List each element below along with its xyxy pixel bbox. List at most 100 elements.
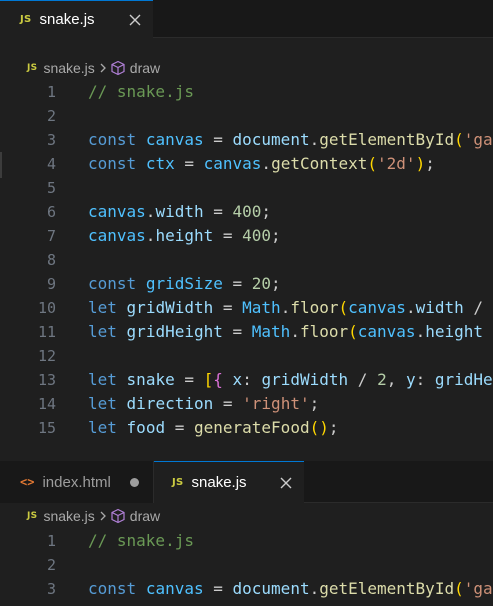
code-token: direction xyxy=(126,394,214,413)
tab-snake-js-top[interactable]: JS snake.js xyxy=(0,0,153,38)
close-icon[interactable] xyxy=(276,473,296,493)
code-line[interactable]: 3 const canvas = document.getElementById(… xyxy=(0,577,493,601)
code-line[interactable]: 3 const canvas = document.getElementById(… xyxy=(0,128,493,152)
code-text: const canvas = document.getElementById('… xyxy=(56,577,493,601)
code-token: gridHe xyxy=(434,370,493,389)
code-token: . xyxy=(290,322,300,341)
code-line[interactable]: 10 let gridWidth = Math.floor(canvas.widt… xyxy=(0,296,493,320)
code-text: const gridSize = 20; xyxy=(56,272,281,296)
code-token: ( xyxy=(348,322,358,341)
code-token: . xyxy=(309,579,320,598)
code-token: const xyxy=(88,154,137,173)
tab-snake-js-bottom[interactable]: JS snake.js xyxy=(154,461,304,503)
code-token: () xyxy=(309,418,329,437)
code-token: snake xyxy=(126,370,175,389)
method-cube-icon xyxy=(110,60,126,76)
code-line[interactable]: 4 const ctx = canvas.getContext('2d'); xyxy=(0,152,493,176)
code-line[interactable]: 13 let snake = [{ x: gridWidth / 2, y: gr… xyxy=(0,368,493,392)
code-line[interactable]: 11 let gridHeight = Math.floor(canvas.hei… xyxy=(0,320,493,344)
code-token: 'right' xyxy=(242,394,310,413)
code-line[interactable]: 9 const gridSize = 20; xyxy=(0,272,493,296)
breadcrumb-file[interactable]: snake.js xyxy=(43,60,94,76)
code-token: canvas xyxy=(357,322,416,341)
code-token: , xyxy=(386,370,406,389)
code-token: food xyxy=(126,418,166,437)
line-number: 10 xyxy=(37,299,56,317)
code-token: { xyxy=(213,370,223,389)
code-editor-bottom[interactable]: 1// snake.js 2 3 const canvas = document.ge… xyxy=(0,529,493,606)
code-token: [ xyxy=(203,370,214,389)
close-icon[interactable] xyxy=(125,10,145,30)
chevron-right-icon xyxy=(98,62,108,74)
code-text: let gridHeight = Math.floor(canvas.heigh… xyxy=(56,320,483,344)
line-number: 2 xyxy=(46,556,56,574)
line-number: 13 xyxy=(37,371,56,389)
breadcrumb-symbol[interactable]: draw xyxy=(130,508,160,524)
code-token: // snake.js xyxy=(88,531,194,550)
js-file-icon: JS xyxy=(172,477,184,488)
code-text: const ctx = canvas.getContext('2d'); xyxy=(56,152,435,176)
code-token: let xyxy=(88,370,117,389)
code-token: document xyxy=(232,130,310,149)
code-line[interactable]: 5 xyxy=(0,176,493,200)
js-file-icon: JS xyxy=(20,14,32,25)
code-token: x xyxy=(232,370,243,389)
line-number: 3 xyxy=(46,580,56,598)
line-number: 4 xyxy=(46,155,56,173)
code-token: width xyxy=(155,202,204,221)
code-line[interactable]: 8 xyxy=(0,248,493,272)
code-token: = xyxy=(203,579,233,598)
code-token: . xyxy=(145,226,156,245)
code-line[interactable]: 14 let direction = 'right'; xyxy=(0,392,493,416)
code-token: = xyxy=(222,322,252,341)
code-token: canvas xyxy=(348,298,406,317)
unsaved-dot-icon[interactable] xyxy=(130,477,139,487)
code-token: getContext xyxy=(271,154,368,173)
code-token: = xyxy=(213,226,243,245)
code-token: gridHeight xyxy=(126,322,223,341)
code-token: = xyxy=(174,370,204,389)
code-token: = xyxy=(174,154,204,173)
code-token: canvas xyxy=(88,226,146,245)
code-line[interactable]: 12 xyxy=(0,344,493,368)
line-number: 15 xyxy=(37,419,56,437)
code-token: 2 xyxy=(377,370,387,389)
code-token: 400 xyxy=(232,202,262,221)
code-line[interactable]: 1 // snake.js xyxy=(0,529,493,553)
line-number: 11 xyxy=(37,323,56,341)
code-token: = xyxy=(222,274,252,293)
code-token: = xyxy=(165,418,194,437)
code-line[interactable]: 1 // snake.js xyxy=(0,80,493,104)
code-line[interactable]: 2 xyxy=(0,104,493,128)
code-text: canvas.width = 400; xyxy=(56,200,271,224)
code-line[interactable]: 6 canvas.width = 400; xyxy=(0,200,493,224)
breadcrumb: JS snake.js draw xyxy=(0,505,493,527)
code-line[interactable]: 7 canvas.height = 400; xyxy=(0,224,493,248)
code-token: floor xyxy=(299,322,349,341)
code-token: . xyxy=(280,298,291,317)
code-token: const xyxy=(88,130,137,149)
code-token: ( xyxy=(454,579,464,598)
code-editor-top[interactable]: 1// snake.js 2 3 const canvas = document.ge… xyxy=(0,80,493,460)
tab-index-html[interactable]: <> index.html xyxy=(0,461,154,503)
breadcrumb-symbol[interactable]: draw xyxy=(130,60,160,76)
code-token: / xyxy=(348,370,378,389)
code-text: const canvas = document.getElementById('… xyxy=(56,128,493,152)
breadcrumb-file[interactable]: snake.js xyxy=(43,508,94,524)
code-token: canvas xyxy=(145,579,204,598)
code-token: ( xyxy=(338,298,349,317)
code-token: = xyxy=(213,298,243,317)
code-token: Math xyxy=(251,322,291,341)
code-token: = xyxy=(203,202,233,221)
code-line[interactable]: 15 let food = generateFood(); xyxy=(0,416,493,440)
code-token: ; xyxy=(309,394,320,413)
code-line[interactable]: 2 xyxy=(0,553,493,577)
code-token: getElementById xyxy=(319,579,455,598)
code-token: ( xyxy=(454,130,464,149)
code-token: : xyxy=(242,370,262,389)
